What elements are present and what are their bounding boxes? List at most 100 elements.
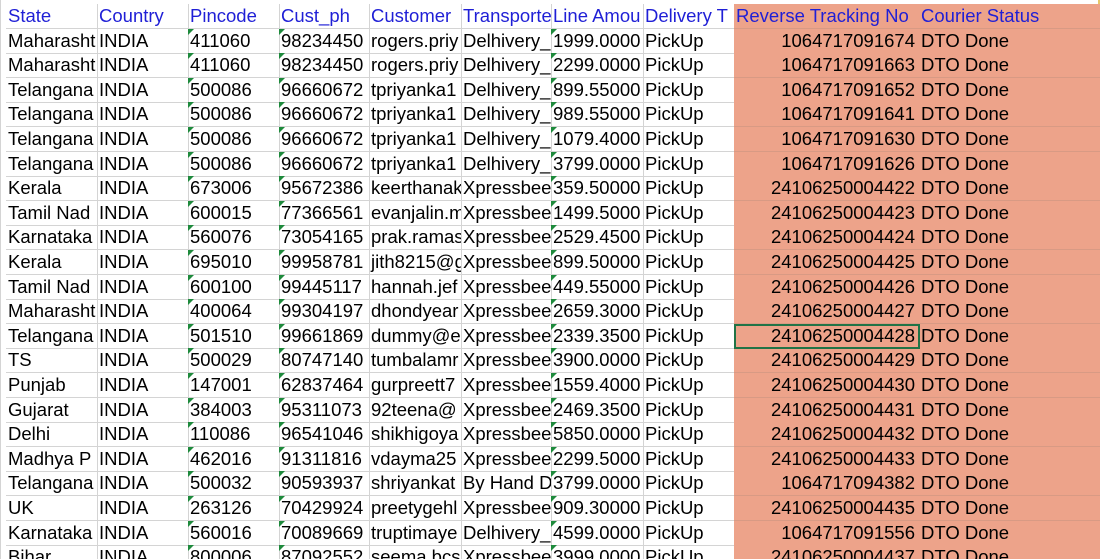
cell-cust-ph[interactable]: 98234450 — [279, 53, 370, 79]
cell-transport[interactable]: Delhivery_ — [461, 102, 552, 128]
cell-pincode[interactable]: 560076 — [188, 225, 280, 251]
cell-line-amount[interactable]: 2529.4500 — [551, 225, 644, 251]
cell-reverse-tracking[interactable]: 1064717091652 — [734, 77, 920, 103]
cell-cust-ph[interactable]: 98234450 — [279, 28, 370, 54]
cell-delivery[interactable]: PickUp — [643, 151, 735, 177]
cell-country[interactable]: INDIA — [97, 225, 189, 251]
cell-courier-status[interactable]: DTO Done — [919, 496, 1100, 521]
cell-customer[interactable]: truptimaye — [369, 520, 462, 546]
cell-transport[interactable]: Xpressbee — [461, 348, 552, 374]
spreadsheet-grid[interactable]: State Country Pincode Cust_ph Customer Transp… — [0, 0, 1100, 559]
cell-country[interactable]: INDIA — [97, 446, 189, 472]
cell-delivery[interactable]: PickUp — [643, 323, 735, 349]
column-header-customer[interactable]: Customer — [369, 4, 462, 29]
cell-country[interactable]: INDIA — [97, 373, 189, 398]
cell-pincode[interactable]: 400064 — [188, 299, 280, 325]
cell-pincode[interactable]: 600015 — [188, 200, 280, 226]
cell-reverse-tracking[interactable]: 1064717091663 — [734, 53, 920, 79]
cell-country[interactable]: INDIA — [97, 323, 189, 349]
cell-transport[interactable]: Xpressbee — [461, 496, 552, 521]
cell-state[interactable]: Tamil Nad — [6, 200, 98, 226]
cell-line-amount[interactable]: 3900.0000 — [551, 348, 644, 374]
cell-reverse-tracking[interactable]: 1064717094382 — [734, 471, 920, 497]
cell-state[interactable]: Telangana — [6, 77, 98, 103]
cell-line-amount[interactable]: 3799.0000 — [551, 471, 644, 497]
cell-pincode[interactable]: 411060 — [188, 28, 280, 54]
cell-customer[interactable]: dummy@e — [369, 323, 462, 349]
column-header-courier-status[interactable]: Courier Status — [919, 4, 1100, 29]
cell-courier-status[interactable]: DTO Done — [919, 323, 1100, 349]
cell-transport[interactable]: Delhivery_ — [461, 28, 552, 54]
cell-delivery[interactable]: PickUp — [643, 496, 735, 521]
cell-courier-status[interactable]: DTO Done — [919, 422, 1100, 448]
cell-courier-status[interactable]: DTO Done — [919, 274, 1100, 300]
cell-line-amount[interactable]: 4599.0000 — [551, 520, 644, 546]
cell-country[interactable]: INDIA — [97, 77, 189, 103]
cell-state[interactable]: Telangana — [6, 471, 98, 497]
cell-customer[interactable]: seema.bcs — [369, 545, 462, 559]
cell-country[interactable]: INDIA — [97, 397, 189, 423]
cell-transport[interactable]: Xpressbee — [461, 274, 552, 300]
cell-line-amount[interactable]: 909.30000 — [551, 496, 644, 521]
cell-line-amount[interactable]: 5850.0000 — [551, 422, 644, 448]
cell-pincode[interactable]: 263126 — [188, 496, 280, 521]
cell-pincode[interactable]: 501510 — [188, 323, 280, 349]
cell-courier-status[interactable]: DTO Done — [919, 28, 1100, 54]
cell-country[interactable]: INDIA — [97, 102, 189, 128]
cell-transport[interactable]: Xpressbee — [461, 373, 552, 398]
cell-reverse-tracking[interactable]: 24106250004431 — [734, 397, 920, 423]
cell-country[interactable]: INDIA — [97, 53, 189, 79]
cell-country[interactable]: INDIA — [97, 176, 189, 202]
cell-courier-status[interactable]: DTO Done — [919, 53, 1100, 79]
cell-pincode[interactable]: 110086 — [188, 422, 280, 448]
cell-cust-ph[interactable]: 99304197 — [279, 299, 370, 325]
cell-delivery[interactable]: PickUp — [643, 373, 735, 398]
cell-reverse-tracking[interactable]: 1064717091556 — [734, 520, 920, 546]
cell-delivery[interactable]: PickUp — [643, 545, 735, 559]
cell-reverse-tracking[interactable]: 24106250004430 — [734, 373, 920, 398]
cell-country[interactable]: INDIA — [97, 545, 189, 559]
cell-pincode[interactable]: 462016 — [188, 446, 280, 472]
cell-transport[interactable]: Xpressbee — [461, 397, 552, 423]
cell-transport[interactable]: Xpressbee — [461, 176, 552, 202]
cell-state[interactable]: Maharasht — [6, 53, 98, 79]
cell-state[interactable]: Madhya P — [6, 446, 98, 472]
cell-state[interactable]: Kerala — [6, 176, 98, 202]
cell-cust-ph[interactable]: 80747140 — [279, 348, 370, 374]
cell-reverse-tracking[interactable]: 24106250004428 — [734, 323, 920, 349]
cell-cust-ph[interactable]: 99661869 — [279, 323, 370, 349]
cell-country[interactable]: INDIA — [97, 299, 189, 325]
cell-country[interactable]: INDIA — [97, 520, 189, 546]
cell-transport[interactable]: Xpressbee — [461, 446, 552, 472]
cell-delivery[interactable]: PickUp — [643, 53, 735, 79]
cell-courier-status[interactable]: DTO Done — [919, 446, 1100, 472]
column-header-transport[interactable]: Transporte — [461, 4, 552, 29]
cell-country[interactable]: INDIA — [97, 250, 189, 275]
cell-state[interactable]: Telangana — [6, 102, 98, 128]
cell-transport[interactable]: Delhivery_ — [461, 77, 552, 103]
cell-courier-status[interactable]: DTO Done — [919, 373, 1100, 398]
cell-transport[interactable]: Xpressbee — [461, 200, 552, 226]
cell-state[interactable]: Karnataka — [6, 520, 98, 546]
cell-transport[interactable]: Xpressbee — [461, 225, 552, 251]
cell-pincode[interactable]: 500086 — [188, 77, 280, 103]
cell-reverse-tracking[interactable]: 24106250004433 — [734, 446, 920, 472]
cell-courier-status[interactable]: DTO Done — [919, 471, 1100, 497]
cell-country[interactable]: INDIA — [97, 422, 189, 448]
cell-pincode[interactable]: 500086 — [188, 102, 280, 128]
cell-delivery[interactable]: PickUp — [643, 200, 735, 226]
cell-state[interactable]: Bihar — [6, 545, 98, 559]
cell-delivery[interactable]: PickUp — [643, 102, 735, 128]
cell-delivery[interactable]: PickUp — [643, 422, 735, 448]
cell-courier-status[interactable]: DTO Done — [919, 77, 1100, 103]
cell-delivery[interactable]: PickUp — [643, 176, 735, 202]
cell-customer[interactable]: gurpreett7 — [369, 373, 462, 398]
cell-courier-status[interactable]: DTO Done — [919, 225, 1100, 251]
cell-transport[interactable]: Xpressbee — [461, 323, 552, 349]
cell-state[interactable]: Gujarat — [6, 397, 98, 423]
cell-delivery[interactable]: PickUp — [643, 28, 735, 54]
cell-line-amount[interactable]: 1559.4000 — [551, 373, 644, 398]
cell-country[interactable]: INDIA — [97, 28, 189, 54]
cell-pincode[interactable]: 500086 — [188, 127, 280, 152]
cell-line-amount[interactable]: 2469.3500 — [551, 397, 644, 423]
